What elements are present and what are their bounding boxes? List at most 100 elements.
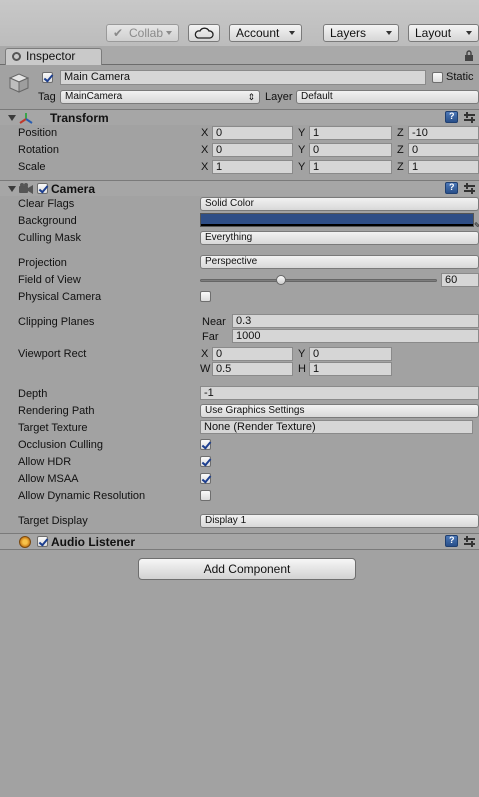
collab-label: Collab <box>129 26 164 40</box>
account-chevron-icon <box>289 31 295 35</box>
add-component-button[interactable]: Add Component <box>138 558 356 580</box>
layout-label: Layout <box>415 26 452 40</box>
target-display-label: Target Display <box>18 515 88 527</box>
projection-dropdown[interactable]: Perspective <box>200 255 479 269</box>
target-display-dropdown[interactable]: Display 1 <box>200 514 479 528</box>
position-x-field[interactable]: 0 <box>212 126 293 140</box>
eyedropper-icon[interactable]: ✎ <box>474 221 479 230</box>
layer-dropdown[interactable]: Default <box>296 90 479 104</box>
rotation-y-field[interactable]: 0 <box>309 143 392 157</box>
scale-y-axis-label: Y <box>298 161 306 173</box>
allow-hdr-label: Allow HDR <box>18 456 72 468</box>
viewport-rect-label: Viewport Rect <box>18 348 87 360</box>
rotation-z-axis-label: Z <box>397 144 404 156</box>
collab-dropdown[interactable]: ✔ Collab <box>106 24 179 42</box>
tab-inspector[interactable]: Inspector <box>5 48 102 65</box>
rotation-label: Rotation <box>18 144 59 156</box>
fov-value-field[interactable]: 60 <box>441 273 479 287</box>
account-dropdown[interactable]: Account <box>229 24 302 42</box>
top-toolbar: ✔ Collab Account Layers Layout <box>0 0 479 46</box>
culling-mask-label: Culling Mask <box>18 232 81 244</box>
scale-label: Scale <box>18 161 46 173</box>
position-y-axis-label: Y <box>298 127 306 139</box>
camera-enabled-checkbox[interactable] <box>37 183 48 194</box>
cloud-button[interactable] <box>188 24 220 42</box>
background-color-swatch[interactable] <box>200 213 474 227</box>
scale-z-field[interactable]: 1 <box>408 160 479 174</box>
collab-chevron-icon <box>166 31 172 35</box>
tag-dropdown[interactable]: MainCamera ⇕ <box>60 90 260 104</box>
foldout-arrow-icon[interactable] <box>8 186 16 192</box>
clear-flags-label: Clear Flags <box>18 198 75 210</box>
far-field[interactable]: 1000 <box>232 329 479 343</box>
settings-sliders-icon[interactable] <box>463 112 476 124</box>
background-label: Background <box>18 215 77 227</box>
physical-camera-label: Physical Camera <box>18 291 102 303</box>
lock-icon[interactable] <box>463 50 475 62</box>
target-texture-label: Target Texture <box>18 422 88 434</box>
vp-h-label: H <box>298 363 306 375</box>
alpha-bar <box>201 224 473 226</box>
far-label: Far <box>202 331 219 343</box>
info-icon <box>12 52 21 61</box>
vp-w-field[interactable]: 0.5 <box>212 362 293 376</box>
scale-y-field[interactable]: 1 <box>309 160 392 174</box>
rendering-path-dropdown[interactable]: Use Graphics Settings <box>200 404 479 418</box>
rotation-z-field[interactable]: 0 <box>408 143 479 157</box>
physical-camera-checkbox[interactable] <box>200 291 211 302</box>
fov-slider-track[interactable] <box>200 275 437 285</box>
vp-w-label: W <box>200 363 211 375</box>
camera-title: Camera <box>51 182 96 196</box>
vp-y-field[interactable]: 0 <box>309 347 392 361</box>
settings-sliders-icon[interactable] <box>463 183 476 195</box>
foldout-arrow-icon[interactable] <box>8 115 16 121</box>
tag-label: Tag <box>38 91 56 103</box>
camera-header[interactable]: Camera <box>0 180 479 196</box>
position-z-field[interactable]: -10 <box>408 126 479 140</box>
vp-x-field[interactable]: 0 <box>212 347 293 361</box>
allow-msaa-label: Allow MSAA <box>18 473 79 485</box>
rendering-path-label: Rendering Path <box>18 405 95 417</box>
help-book-icon[interactable] <box>445 111 458 123</box>
projection-label: Projection <box>18 257 67 269</box>
camera-icon <box>19 183 33 194</box>
audio-listener-icon <box>19 536 31 548</box>
layers-dropdown[interactable]: Layers <box>323 24 399 42</box>
transform-header[interactable]: Transform <box>0 109 479 125</box>
position-y-field[interactable]: 1 <box>309 126 392 140</box>
settings-sliders-icon[interactable] <box>463 536 476 548</box>
object-active-checkbox[interactable] <box>42 72 53 83</box>
depth-field[interactable]: -1 <box>200 386 479 400</box>
gameobject-cube-icon <box>8 73 30 93</box>
clear-flags-dropdown[interactable]: Solid Color <box>200 197 479 211</box>
transform-axes-icon <box>19 113 33 124</box>
tab-bar: Inspector <box>0 46 479 65</box>
allow-hdr-checkbox[interactable] <box>200 456 211 467</box>
depth-label: Depth <box>18 388 48 400</box>
rotation-y-axis-label: Y <box>298 144 306 156</box>
allow-dynamic-resolution-checkbox[interactable] <box>200 490 211 501</box>
static-checkbox[interactable] <box>432 72 443 83</box>
allow-msaa-checkbox[interactable] <box>200 473 211 484</box>
transform-title: Transform <box>50 111 109 125</box>
updown-arrow-icon: ⇕ <box>247 92 255 102</box>
rotation-x-field[interactable]: 0 <box>212 143 293 157</box>
scale-x-field[interactable]: 1 <box>212 160 293 174</box>
vp-h-field[interactable]: 1 <box>309 362 392 376</box>
object-name-field[interactable]: Main Camera <box>60 70 426 85</box>
culling-mask-dropdown[interactable]: Everything <box>200 231 479 245</box>
position-x-axis-label: X <box>201 127 209 139</box>
audio-listener-header[interactable]: Audio Listener <box>0 533 479 550</box>
occlusion-culling-checkbox[interactable] <box>200 439 211 450</box>
rotation-x-axis-label: X <box>201 144 209 156</box>
fov-slider-thumb[interactable] <box>275 275 286 285</box>
help-book-icon[interactable] <box>445 535 458 547</box>
help-book-icon[interactable] <box>445 182 458 194</box>
layout-dropdown[interactable]: Layout <box>408 24 479 42</box>
vp-y-label: Y <box>298 348 306 360</box>
occlusion-culling-label: Occlusion Culling <box>18 439 103 451</box>
target-texture-field[interactable]: None (Render Texture) <box>200 420 473 434</box>
near-field[interactable]: 0.3 <box>232 314 479 328</box>
audio-listener-checkbox[interactable] <box>37 536 48 547</box>
cloud-icon <box>194 27 214 39</box>
